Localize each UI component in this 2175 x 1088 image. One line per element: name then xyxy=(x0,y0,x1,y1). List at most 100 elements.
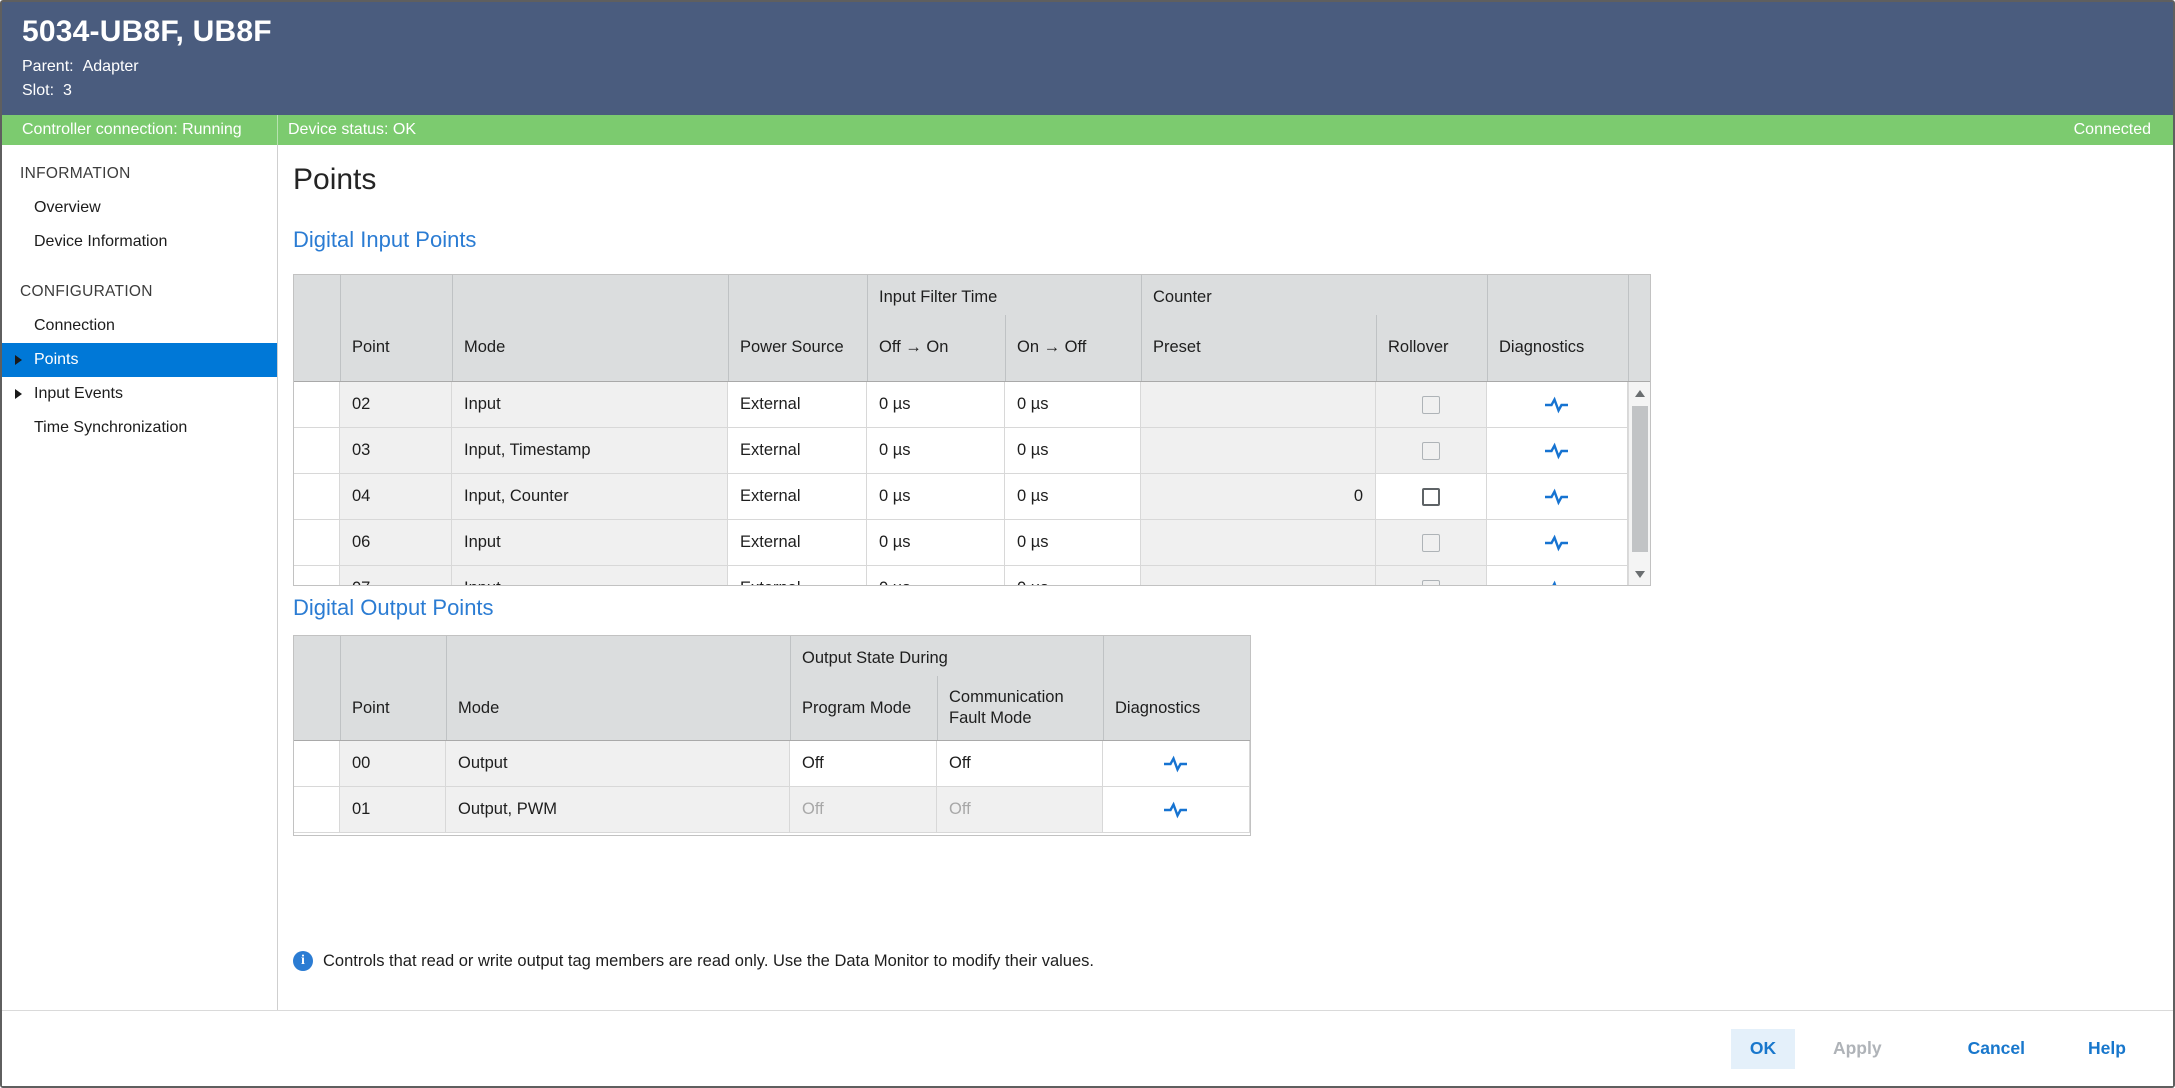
diagnostics-cell[interactable] xyxy=(1103,741,1250,786)
column-header-diagnostics: Diagnostics xyxy=(1115,676,1200,740)
main-panel: Points Digital Input Points Point Mode P… xyxy=(278,145,2173,1010)
scrollbar-up-arrow[interactable] xyxy=(1629,382,1650,404)
scrollbar-thumb[interactable] xyxy=(1632,406,1648,552)
diagnostics-cell[interactable] xyxy=(1487,566,1628,585)
filter-off-on-cell[interactable]: 0 µs xyxy=(867,428,1005,473)
diagnostics-pulse-icon xyxy=(1544,534,1570,552)
sidebar-item-label: Connection xyxy=(34,317,115,335)
vertical-scrollbar[interactable] xyxy=(1628,382,1650,585)
content-area: INFORMATION Overview Device Information … xyxy=(2,145,2173,1010)
mode-cell: Output xyxy=(446,741,790,786)
row-selector[interactable] xyxy=(294,474,340,519)
sidebar-item-points[interactable]: Points xyxy=(2,343,277,377)
expand-arrow-icon[interactable] xyxy=(15,389,22,399)
sidebar-item-label: Points xyxy=(34,351,78,369)
power-source-cell[interactable]: External xyxy=(728,566,867,585)
filter-on-off-cell[interactable]: 0 µs xyxy=(1005,474,1141,519)
expand-arrow-icon[interactable] xyxy=(15,355,22,365)
sidebar-header-information: INFORMATION xyxy=(2,157,277,191)
diagnostics-pulse-icon xyxy=(1163,801,1189,819)
column-header-rollover: Rollover xyxy=(1388,315,1449,379)
connection-state: Connected xyxy=(2074,121,2173,139)
column-header-diagnostics: Diagnostics xyxy=(1499,315,1584,379)
column-header-point: Point xyxy=(352,315,390,379)
sidebar-item-connection[interactable]: Connection xyxy=(2,309,277,343)
ok-button[interactable]: OK xyxy=(1731,1029,1795,1069)
row-selector[interactable] xyxy=(294,741,340,786)
scrollbar-down-arrow[interactable] xyxy=(1629,563,1650,585)
diagnostics-cell[interactable] xyxy=(1487,474,1628,519)
sidebar-item-label: Time Synchronization xyxy=(34,419,187,437)
slot-label: Slot: xyxy=(22,82,54,100)
device-title: 5034-UB8F, UB8F xyxy=(22,15,2173,49)
filter-off-on-cell[interactable]: 0 µs xyxy=(867,474,1005,519)
counter-preset-cell xyxy=(1141,566,1376,585)
cancel-button[interactable]: Cancel xyxy=(1954,1029,2039,1069)
mode-cell: Input, Counter xyxy=(452,474,728,519)
power-source-cell[interactable]: External xyxy=(728,382,867,427)
diagnostics-cell[interactable] xyxy=(1103,787,1250,832)
diagnostics-cell[interactable] xyxy=(1487,382,1628,427)
diagnostics-cell[interactable] xyxy=(1487,428,1628,473)
filter-on-off-cell[interactable]: 0 µs xyxy=(1005,382,1141,427)
navigation-sidebar: INFORMATION Overview Device Information … xyxy=(2,145,278,1010)
row-selector[interactable] xyxy=(294,787,340,832)
power-source-cell[interactable]: External xyxy=(728,474,867,519)
input-table-body: 02 Input External 0 µs 0 µs 03 Input, Ti… xyxy=(294,382,1650,585)
program-mode-cell[interactable]: Off xyxy=(790,741,937,786)
filter-off-on-cell[interactable]: 0 µs xyxy=(867,520,1005,565)
point-cell: 06 xyxy=(340,520,452,565)
diagnostics-pulse-icon xyxy=(1163,755,1189,773)
rollover-cell[interactable] xyxy=(1376,474,1487,519)
info-icon: i xyxy=(293,951,313,971)
page-title: Points xyxy=(293,163,376,197)
row-selector[interactable] xyxy=(294,566,340,585)
parent-value: Adapter xyxy=(83,58,139,76)
sidebar-header-configuration: CONFIGURATION xyxy=(2,275,277,309)
input-point-row-02: 02 Input External 0 µs 0 µs xyxy=(294,382,1628,428)
sidebar-item-time-synchronization[interactable]: Time Synchronization xyxy=(2,411,277,445)
power-source-cell[interactable]: External xyxy=(728,428,867,473)
read-only-note: i Controls that read or write output tag… xyxy=(293,951,1094,971)
status-bar: Controller connection: Running Device st… xyxy=(2,115,2173,145)
input-point-row-07: 07 Input External 0 µs 0 µs xyxy=(294,566,1628,585)
counter-preset-cell[interactable]: 0 xyxy=(1141,474,1376,519)
point-cell: 02 xyxy=(340,382,452,427)
digital-output-points-heading: Digital Output Points xyxy=(293,595,494,621)
sidebar-item-overview[interactable]: Overview xyxy=(2,191,277,225)
point-cell: 01 xyxy=(340,787,446,832)
filter-on-off-cell[interactable]: 0 µs xyxy=(1005,428,1141,473)
filter-off-on-cell[interactable]: 0 µs xyxy=(867,566,1005,585)
output-point-row-00: 00 Output Off Off xyxy=(294,741,1250,787)
filter-on-off-cell[interactable]: 0 µs xyxy=(1005,520,1141,565)
device-status: Device status: OK xyxy=(278,121,2074,139)
point-cell: 07 xyxy=(340,566,452,585)
power-source-cell[interactable]: External xyxy=(728,520,867,565)
row-selector[interactable] xyxy=(294,428,340,473)
digital-output-points-table: Point Mode Output State During Program M… xyxy=(293,635,1251,836)
sidebar-item-input-events[interactable]: Input Events xyxy=(2,377,277,411)
mode-cell: Input xyxy=(452,520,728,565)
app-window: { "title_bar": { "device_title": "5034-U… xyxy=(0,0,2175,1088)
rollover-cell xyxy=(1376,566,1487,585)
sidebar-item-device-information[interactable]: Device Information xyxy=(2,225,277,259)
digital-input-points-heading: Digital Input Points xyxy=(293,227,476,253)
output-table-header: Point Mode Output State During Program M… xyxy=(294,636,1250,741)
input-table-header: Point Mode Power Source Input Filter Tim… xyxy=(294,275,1650,382)
diagnostics-pulse-icon xyxy=(1544,442,1570,460)
filter-off-on-cell[interactable]: 0 µs xyxy=(867,382,1005,427)
rollover-cell xyxy=(1376,382,1487,427)
column-header-preset: Preset xyxy=(1153,315,1201,379)
help-button[interactable]: Help xyxy=(2075,1029,2139,1069)
row-selector[interactable] xyxy=(294,382,340,427)
diagnostics-cell[interactable] xyxy=(1487,520,1628,565)
title-bar: 5034-UB8F, UB8F Parent: Adapter Slot: 3 xyxy=(2,2,2173,115)
sidebar-item-label: Input Events xyxy=(34,385,123,403)
communication-fault-mode-cell[interactable]: Off xyxy=(937,741,1103,786)
rollover-checkbox xyxy=(1422,580,1440,586)
row-selector[interactable] xyxy=(294,520,340,565)
filter-on-off-cell[interactable]: 0 µs xyxy=(1005,566,1141,585)
rollover-checkbox[interactable] xyxy=(1422,488,1440,506)
rollover-checkbox xyxy=(1422,396,1440,414)
column-header-communication-fault-mode: Communication Fault Mode xyxy=(949,676,1099,740)
